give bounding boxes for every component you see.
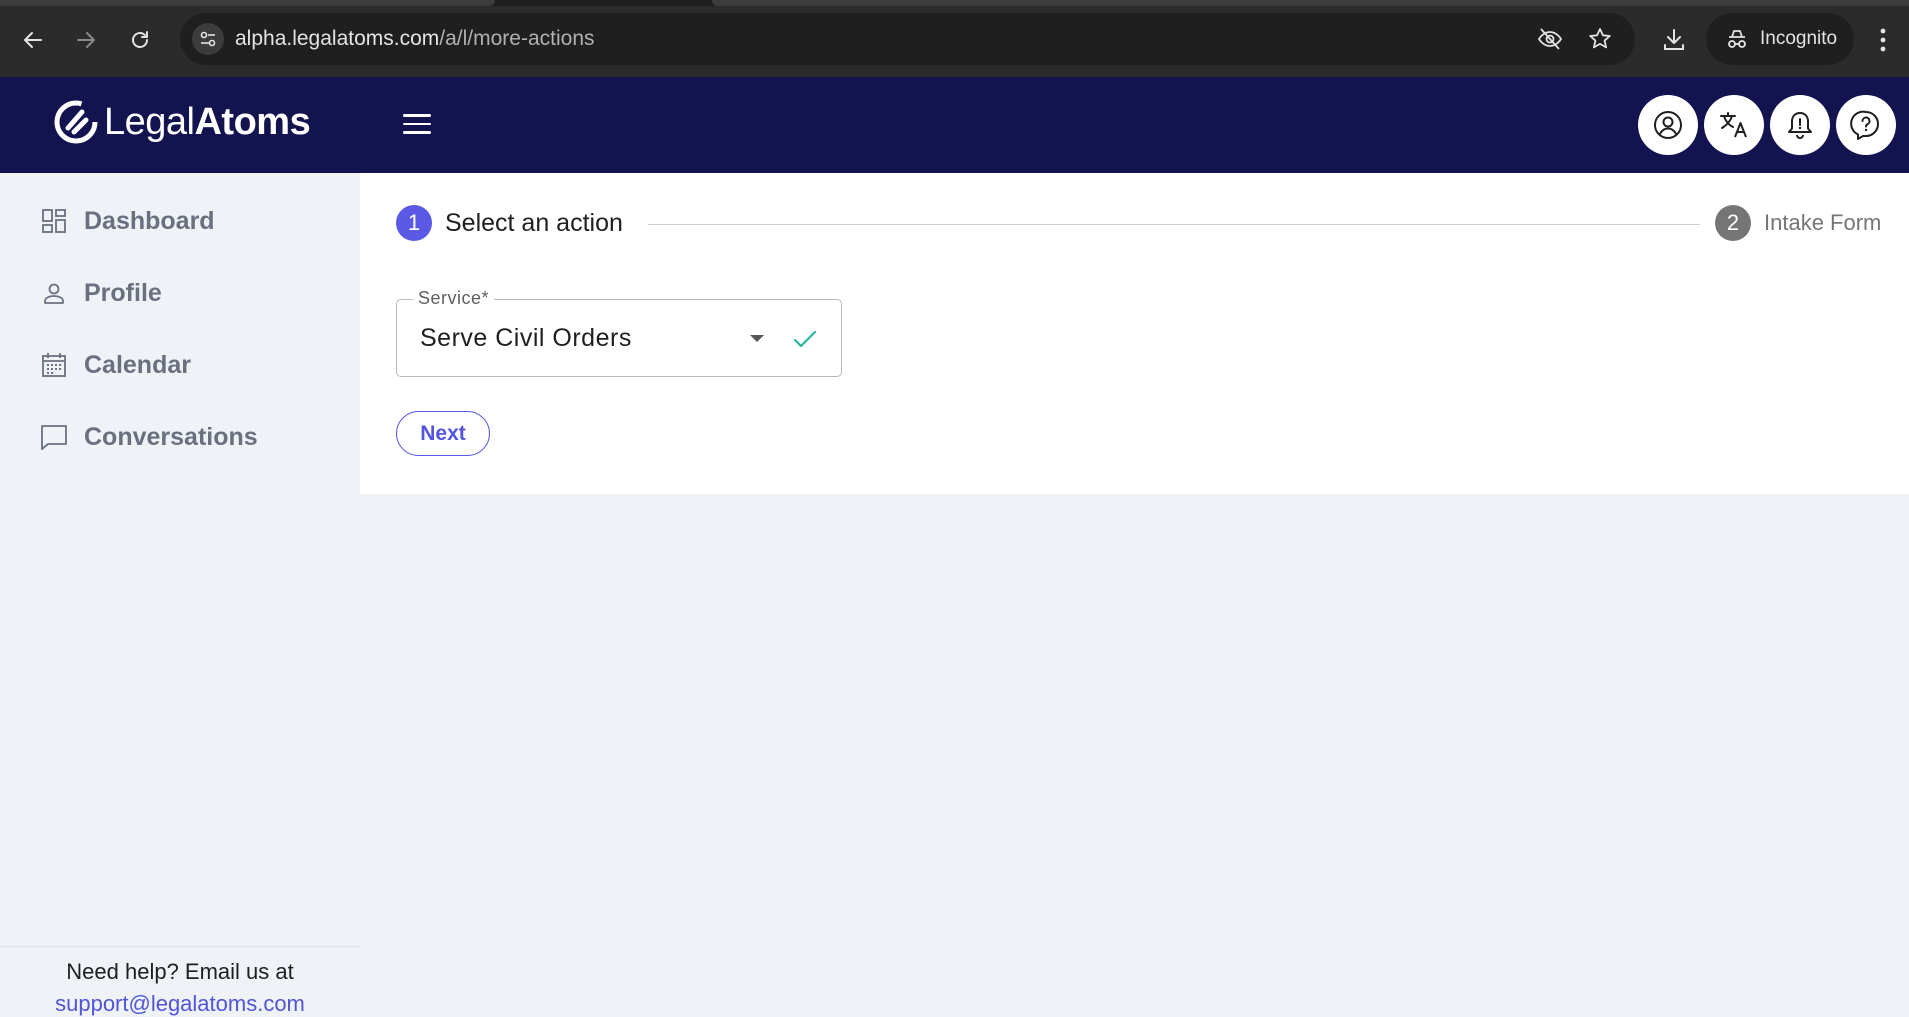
help-text: Need help? Email us at bbox=[66, 959, 294, 984]
url-path: /a/l/more-actions bbox=[439, 27, 595, 50]
tab-strip bbox=[0, 0, 1909, 6]
browser-menu-icon[interactable] bbox=[1878, 26, 1888, 54]
star-icon[interactable] bbox=[1587, 26, 1613, 52]
logo-wordmark: LegalAtoms bbox=[104, 100, 311, 144]
sidebar-item-conversations[interactable]: Conversations bbox=[40, 417, 258, 457]
back-button[interactable] bbox=[15, 22, 51, 58]
sidebar-item-dashboard[interactable]: Dashboard bbox=[40, 201, 215, 241]
app-header: LegalAtoms bbox=[0, 77, 1909, 173]
menu-toggle-button[interactable] bbox=[398, 109, 436, 139]
incognito-icon bbox=[1728, 30, 1746, 48]
bell-icon bbox=[1788, 112, 1812, 139]
logo-mark-icon bbox=[54, 100, 98, 144]
download-icon[interactable] bbox=[1660, 26, 1688, 54]
address-bar[interactable]: alpha.legalatoms.com/a/l/more-actions bbox=[180, 13, 1635, 65]
check-icon bbox=[793, 330, 817, 348]
sidebar-item-profile[interactable]: Profile bbox=[40, 273, 162, 313]
step-2: 2 Intake Form bbox=[1715, 205, 1881, 241]
translate-button[interactable] bbox=[1704, 95, 1764, 155]
step-1: 1 Select an action bbox=[396, 205, 623, 241]
arrow-right-icon bbox=[77, 32, 95, 48]
sidebar-item-label: Calendar bbox=[84, 350, 191, 379]
service-select[interactable]: Service* Serve Civil Orders bbox=[396, 288, 842, 377]
arrow-left-icon bbox=[24, 32, 42, 48]
service-label: Service* bbox=[413, 288, 495, 309]
next-button[interactable]: Next bbox=[396, 411, 490, 456]
legalatoms-logo[interactable]: LegalAtoms bbox=[52, 97, 311, 147]
step-connector bbox=[648, 224, 1700, 225]
site-info-button[interactable] bbox=[192, 23, 224, 55]
sidebar-item-label: Dashboard bbox=[84, 206, 215, 235]
forward-button[interactable] bbox=[68, 22, 104, 58]
account-icon bbox=[1654, 111, 1682, 139]
step-label: Intake Form bbox=[1764, 210, 1882, 235]
reload-icon bbox=[132, 31, 148, 48]
sidebar: Dashboard Profile Calendar Conversations… bbox=[0, 173, 360, 1016]
step-number: 2 bbox=[1715, 205, 1751, 241]
dashboard-icon bbox=[42, 209, 66, 233]
chat-icon bbox=[41, 425, 67, 450]
sidebar-item-calendar[interactable]: Calendar bbox=[40, 345, 191, 385]
tune-icon bbox=[200, 31, 216, 47]
help-icon bbox=[1850, 110, 1879, 140]
logo-wordmark-regular: Legal bbox=[104, 100, 195, 143]
account-button[interactable] bbox=[1638, 95, 1698, 155]
notifications-button[interactable] bbox=[1770, 95, 1830, 155]
help-email-link[interactable]: support@legalatoms.com bbox=[0, 991, 360, 1017]
help-button[interactable] bbox=[1836, 95, 1896, 155]
browser-toolbar: alpha.legalatoms.com/a/l/more-actions In… bbox=[0, 0, 1909, 77]
reload-button[interactable] bbox=[122, 22, 158, 58]
logo-wordmark-bold: Atoms bbox=[194, 100, 311, 143]
step-number: 1 bbox=[396, 205, 432, 241]
incognito-label: Incognito bbox=[1760, 28, 1838, 49]
sidebar-item-label: Profile bbox=[84, 278, 162, 307]
translate-icon bbox=[1720, 112, 1747, 138]
incognito-badge[interactable]: Incognito bbox=[1706, 13, 1854, 65]
service-value: Serve Civil Orders bbox=[420, 324, 632, 352]
sidebar-item-label: Conversations bbox=[84, 422, 258, 451]
eye-off-icon[interactable] bbox=[1537, 26, 1563, 52]
url-text: alpha.legalatoms.com/a/l/more-actions bbox=[235, 27, 595, 51]
step-label: Select an action bbox=[445, 208, 623, 237]
chevron-down-icon[interactable] bbox=[750, 335, 764, 342]
url-host: alpha.legalatoms.com bbox=[235, 27, 440, 50]
calendar-icon bbox=[42, 353, 66, 377]
person-icon bbox=[44, 283, 64, 304]
help-footer: Need help? Email us at support@legalatom… bbox=[0, 946, 360, 1017]
